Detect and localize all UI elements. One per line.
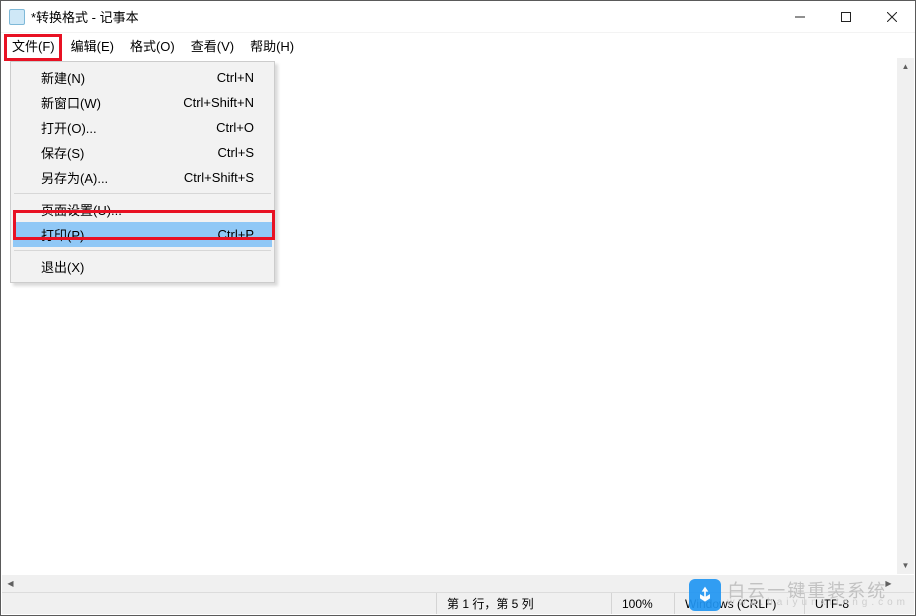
statusbar-zoom: 100% <box>611 593 674 614</box>
menuitem-print[interactable]: 打印(P)... Ctrl+P <box>13 222 272 247</box>
statusbar-empty <box>2 593 436 614</box>
menuitem-label: 打印(P)... <box>41 225 218 244</box>
menu-file[interactable]: 文件(F) <box>4 33 63 57</box>
scroll-down-arrow-icon[interactable]: ▼ <box>897 557 914 574</box>
minimize-button[interactable] <box>777 1 823 33</box>
minimize-icon <box>795 12 805 22</box>
notepad-icon <box>9 9 25 25</box>
menuitem-shortcut: Ctrl+S <box>218 145 254 160</box>
window-title: *转换格式 - 记事本 <box>31 7 139 26</box>
menuitem-shortcut: Ctrl+N <box>217 70 254 85</box>
watermark: 白云一键重装系统 www.baiyunxitong.com <box>689 579 909 611</box>
menuitem-shortcut: Ctrl+Shift+N <box>183 95 254 110</box>
menuitem-label: 打开(O)... <box>41 118 216 137</box>
scroll-left-arrow-icon[interactable]: ◀ <box>2 575 19 592</box>
menuitem-shortcut: Ctrl+Shift+S <box>184 170 254 185</box>
menuitem-shortcut: Ctrl+P <box>218 227 254 242</box>
menu-help[interactable]: 帮助(H) <box>242 33 302 57</box>
menuitem-label: 新窗口(W) <box>41 93 183 112</box>
menuitem-label: 退出(X) <box>41 257 254 276</box>
scroll-up-arrow-icon[interactable]: ▲ <box>897 58 914 75</box>
menuitem-open[interactable]: 打开(O)... Ctrl+O <box>13 115 272 140</box>
menuitem-label: 另存为(A)... <box>41 168 184 187</box>
menuitem-new[interactable]: 新建(N) Ctrl+N <box>13 65 272 90</box>
menu-view[interactable]: 查看(V) <box>183 33 242 57</box>
notepad-window: *转换格式 - 记事本 文件(F) 编辑(E) 格式(O) 查看(V) 帮助(H… <box>0 0 916 616</box>
close-button[interactable] <box>869 1 915 33</box>
menuitem-shortcut: Ctrl+O <box>216 120 254 135</box>
menuitem-new-window[interactable]: 新窗口(W) Ctrl+Shift+N <box>13 90 272 115</box>
statusbar-position: 第 1 行，第 5 列 <box>436 593 611 614</box>
vertical-scrollbar[interactable]: ▲ ▼ <box>897 58 914 574</box>
menubar: 文件(F) 编辑(E) 格式(O) 查看(V) 帮助(H) <box>1 33 915 57</box>
menuitem-page-setup[interactable]: 页面设置(U)... <box>13 197 272 222</box>
file-dropdown: 新建(N) Ctrl+N 新窗口(W) Ctrl+Shift+N 打开(O)..… <box>10 61 275 283</box>
menu-separator <box>14 193 271 194</box>
maximize-button[interactable] <box>823 1 869 33</box>
menuitem-label: 保存(S) <box>41 143 218 162</box>
menu-format[interactable]: 格式(O) <box>122 33 183 57</box>
watermark-logo-icon <box>689 579 721 611</box>
menuitem-label: 页面设置(U)... <box>41 200 254 219</box>
maximize-icon <box>841 12 851 22</box>
menuitem-save[interactable]: 保存(S) Ctrl+S <box>13 140 272 165</box>
menu-separator <box>14 250 271 251</box>
vertical-scroll-track[interactable] <box>897 75 914 557</box>
menuitem-label: 新建(N) <box>41 68 217 87</box>
titlebar: *转换格式 - 记事本 <box>1 1 915 33</box>
menuitem-exit[interactable]: 退出(X) <box>13 254 272 279</box>
close-icon <box>887 12 897 22</box>
menuitem-save-as[interactable]: 另存为(A)... Ctrl+Shift+S <box>13 165 272 190</box>
menu-edit[interactable]: 编辑(E) <box>63 33 122 57</box>
watermark-url: www.baiyunxitong.com <box>727 598 909 608</box>
